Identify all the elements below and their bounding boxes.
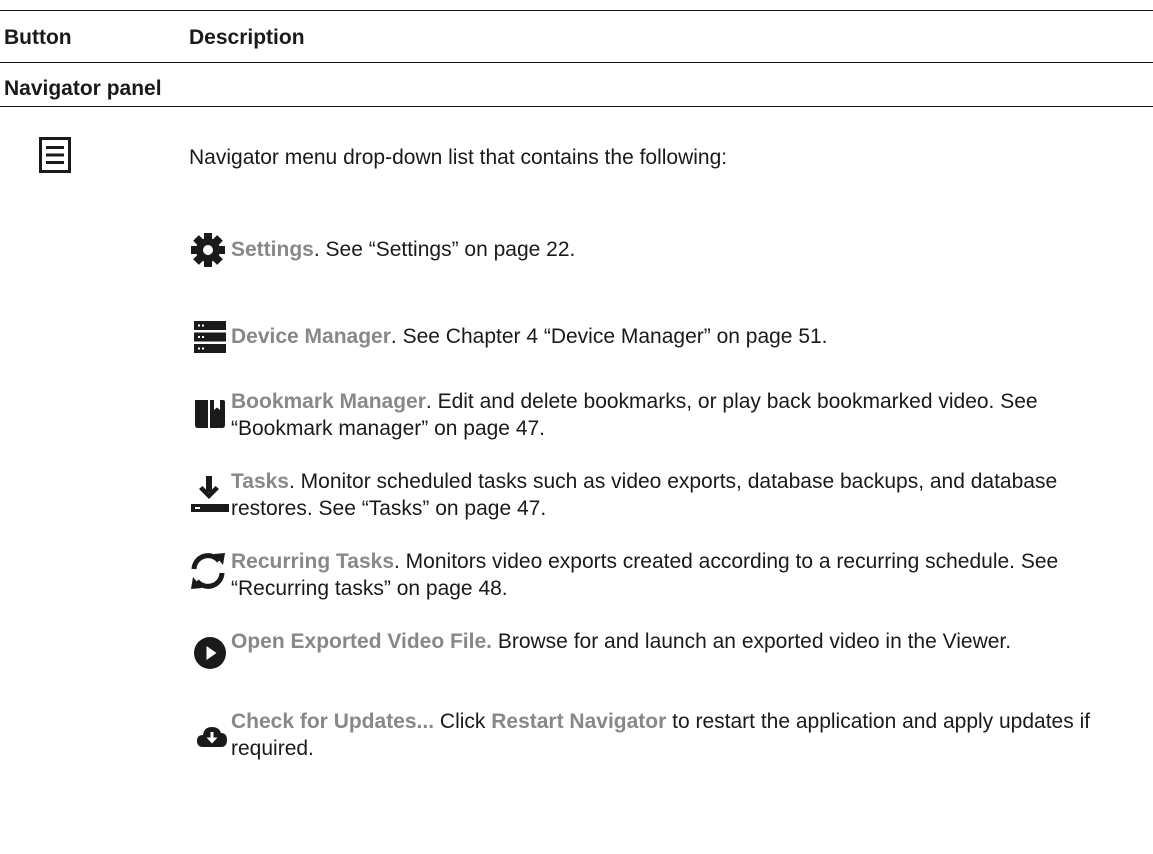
list-item: Tasks. Monitor scheduled tasks such as v… (231, 468, 1136, 522)
download-icon (191, 476, 229, 512)
item-term: Recurring Tasks (231, 550, 395, 573)
list-item: Bookmark Manager. Edit and delete bookma… (231, 388, 1136, 442)
bookmark-book-icon (193, 399, 227, 429)
list-item: Device Manager. See Chapter 4 “Device Ma… (231, 323, 1136, 350)
item-text: . Monitor scheduled tasks such as video … (231, 470, 1058, 520)
list-item: Recurring Tasks. Monitors video exports … (231, 548, 1136, 602)
item-term: Tasks (231, 470, 289, 493)
item-term: Device Manager (231, 325, 391, 348)
play-circle-icon (194, 637, 226, 669)
list-item: Check for Updates... Click Restart Navig… (231, 708, 1136, 762)
item-text: Browse for and launch an exported video … (492, 630, 1012, 653)
header-description: Description (189, 26, 305, 49)
list-item: Settings. See “Settings” on page 22. (231, 236, 1136, 263)
table-top-rule (0, 10, 1153, 11)
gear-icon (190, 232, 226, 268)
cloud-download-icon (196, 723, 228, 749)
list-item: Open Exported Video File. Browse for and… (231, 628, 1136, 655)
item-term: Bookmark Manager (231, 390, 426, 413)
item-term: Check for Updates... (231, 710, 435, 733)
section-title: Navigator panel (4, 77, 162, 100)
header-rule (0, 62, 1153, 63)
refresh-icon (188, 551, 228, 591)
item-text: Click (434, 710, 492, 733)
item-text: . See “Settings” on page 22. (313, 238, 576, 261)
item-text: . See Chapter 4 “Device Manager” on page… (390, 325, 828, 348)
hamburger-menu-icon (39, 137, 71, 173)
server-icon (194, 321, 226, 353)
item-term: Open Exported Video File. (231, 630, 492, 653)
header-button: Button (4, 26, 72, 49)
menu-description: Navigator menu drop-down list that conta… (189, 146, 728, 169)
section-rule (0, 106, 1153, 107)
item-term-secondary: Restart Navigator (491, 710, 667, 733)
item-term: Settings (231, 238, 314, 261)
